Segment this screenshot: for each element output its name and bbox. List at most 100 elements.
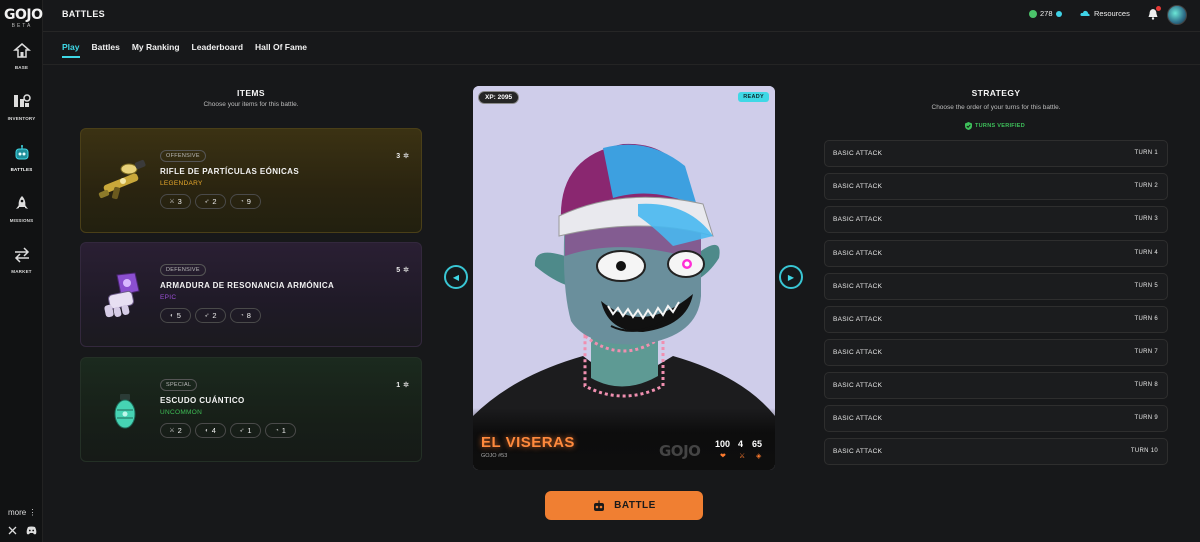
- item-card[interactable]: OFFENSIVE RIFLE DE PARTÍCULAS EÓNICAS LE…: [80, 128, 422, 233]
- discord-icon[interactable]: [26, 526, 37, 535]
- sidebar-item-base[interactable]: BASE: [0, 42, 43, 82]
- resources-button[interactable]: Resources: [1080, 9, 1130, 18]
- item-stats: ⚔ 3 ➶ 2 ◔ 9: [160, 194, 261, 209]
- turn-number: TURN 10: [1130, 448, 1158, 454]
- turn-number: TURN 6: [1134, 316, 1158, 322]
- sword-icon: ⚔: [169, 428, 175, 434]
- xp-value: 2095: [497, 94, 513, 101]
- sword-icon: ⚔: [169, 199, 175, 205]
- balance-value: 278: [1040, 9, 1053, 18]
- turn-number: TURN 4: [1134, 250, 1158, 256]
- stat-value: 9: [246, 197, 251, 206]
- item-rarity: UNCOMMON: [160, 409, 203, 416]
- items-subtitle: Choose your items for this battle.: [203, 101, 299, 108]
- turn-row[interactable]: BASIC ATTACK TURN 3: [824, 206, 1168, 233]
- cooldown-icon: ◔: [240, 198, 244, 205]
- fighter-card[interactable]: XP: 2095 READY EL VISERAS GOJO #53 GOJO …: [473, 86, 775, 470]
- gojo-logo[interactable]: GOJO BETA: [4, 8, 43, 30]
- strategy-subtitle: Choose the order of your turns for this …: [931, 104, 1061, 111]
- sidebar-item-label: INVENTORY: [7, 116, 36, 121]
- tab-leaderboard[interactable]: Leaderboard: [192, 42, 244, 58]
- tab-hall-of-fame[interactable]: Hall Of Fame: [255, 42, 307, 58]
- page-title: BATTLES: [62, 9, 105, 19]
- stat-attack: ⚔ 3: [160, 194, 191, 209]
- tab-battles[interactable]: Battles: [92, 42, 120, 58]
- turn-action: BASIC ATTACK: [833, 415, 883, 422]
- resources-label: Resources: [1094, 9, 1130, 18]
- sidebar-item-battles[interactable]: BATTLES: [0, 144, 43, 184]
- fighter-name: EL VISERAS: [481, 434, 575, 451]
- fighter-id: GOJO #53: [481, 453, 508, 459]
- top-bar: BATTLES 278 Resources: [43, 0, 1200, 32]
- rifle-image: [98, 159, 146, 200]
- turn-row[interactable]: BASIC ATTACK TURN 2: [824, 173, 1168, 200]
- divider: [43, 64, 1200, 65]
- balance-chip[interactable]: 278: [1029, 9, 1062, 18]
- base-icon: [12, 43, 31, 58]
- turn-row[interactable]: BASIC ATTACK TURN 1: [824, 140, 1168, 167]
- tab-bar: Play Battles My Ranking Leaderboard Hall…: [62, 42, 307, 58]
- turn-number: TURN 2: [1134, 183, 1158, 189]
- turn-number: TURN 8: [1134, 382, 1158, 388]
- strategy-title: STRATEGY: [971, 88, 1021, 98]
- battle-label: BATTLE: [614, 500, 656, 511]
- speed-icon: ➶: [204, 313, 210, 319]
- tab-play[interactable]: Play: [62, 42, 80, 58]
- stat-value: 3: [177, 197, 182, 206]
- turn-row[interactable]: BASIC ATTACK TURN 7: [824, 339, 1168, 366]
- shield-icon: ◐: [205, 427, 209, 434]
- rocket-icon: [15, 196, 28, 209]
- stat-value: 5: [176, 311, 181, 320]
- item-name: RIFLE DE PARTÍCULAS EÓNICAS: [160, 167, 300, 176]
- turn-number: TURN 3: [1134, 216, 1158, 222]
- turn-action: BASIC ATTACK: [833, 183, 883, 190]
- shield-icon: ◐: [170, 312, 174, 319]
- chevron-left-icon: ◀: [452, 272, 460, 282]
- prev-fighter-button[interactable]: ◀: [444, 265, 468, 289]
- status-badge: READY: [738, 92, 769, 102]
- stat-cooldown: ◔ 9: [230, 194, 261, 209]
- stat-value: 2: [212, 197, 217, 206]
- turn-action: BASIC ATTACK: [833, 250, 883, 257]
- item-card[interactable]: SPECIAL ESCUDO CUÁNTICO UNCOMMON ⚔ 2 ◐ 4 ➶…: [80, 357, 422, 462]
- avatar[interactable]: [1167, 5, 1187, 25]
- next-fighter-button[interactable]: ▶: [779, 265, 803, 289]
- stat-value: 8: [246, 311, 251, 320]
- turn-row[interactable]: BASIC ATTACK TURN 10: [824, 438, 1168, 465]
- turn-number: TURN 7: [1134, 349, 1158, 355]
- xp-badge: XP: 2095: [478, 91, 520, 104]
- item-card[interactable]: DEFENSIVE ARMADURA DE RESONANCIA ARMÓNIC…: [80, 242, 422, 347]
- shield-icon: ◈: [756, 453, 762, 460]
- item-count: 3 ✲: [396, 152, 409, 161]
- turn-action: BASIC ATTACK: [833, 349, 883, 356]
- battle-button[interactable]: BATTLE: [545, 491, 703, 520]
- stat-value: 2: [177, 426, 182, 435]
- sidebar-item-market[interactable]: MARKET: [0, 246, 43, 286]
- speed-icon: ➶: [204, 199, 210, 205]
- sidebar-item-label: MARKET: [11, 269, 32, 274]
- tab-my-ranking[interactable]: My Ranking: [132, 42, 180, 58]
- turn-number: TURN 5: [1134, 283, 1158, 289]
- item-type-badge: DEFENSIVE: [160, 264, 206, 276]
- turn-row[interactable]: BASIC ATTACK TURN 9: [824, 405, 1168, 432]
- turn-row[interactable]: BASIC ATTACK TURN 5: [824, 273, 1168, 300]
- turn-row[interactable]: BASIC ATTACK TURN 4: [824, 240, 1168, 267]
- item-rarity: LEGENDARY: [160, 180, 203, 187]
- item-type-badge: OFFENSIVE: [160, 150, 206, 162]
- turn-action: BASIC ATTACK: [833, 448, 883, 455]
- sidebar-item-inventory[interactable]: INVENTORY: [0, 93, 43, 133]
- sidebar-item-missions[interactable]: MISSIONS: [0, 195, 43, 235]
- items-title: ITEMS: [237, 88, 265, 98]
- x-icon[interactable]: [8, 526, 17, 535]
- inventory-icon: [13, 94, 31, 107]
- fighter-stat-health: 100: [715, 439, 731, 449]
- grenade-image: [114, 394, 136, 429]
- turn-action: BASIC ATTACK: [833, 316, 883, 323]
- turn-row[interactable]: BASIC ATTACK TURN 8: [824, 372, 1168, 399]
- gauntlet-image: [104, 272, 140, 318]
- more-menu[interactable]: more ⋮: [8, 508, 36, 517]
- logo-beta: BETA: [11, 23, 33, 29]
- stat-attack: ⚔ 2: [160, 423, 191, 438]
- turn-row[interactable]: BASIC ATTACK TURN 6: [824, 306, 1168, 333]
- count-value: 1: [396, 381, 401, 389]
